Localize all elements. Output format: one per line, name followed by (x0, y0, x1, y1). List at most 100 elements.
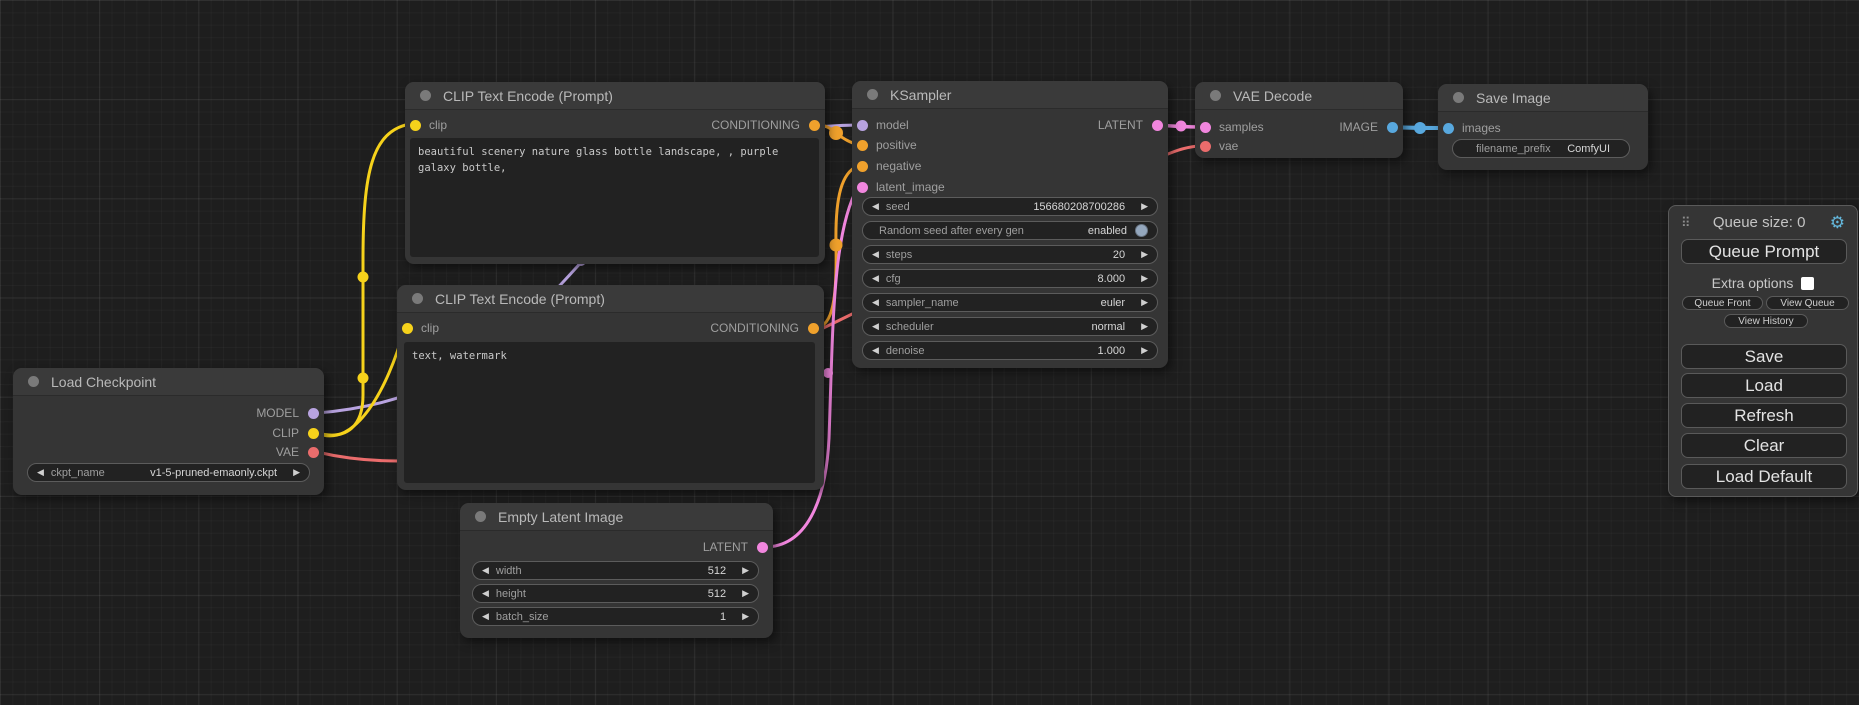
increment-arrow-icon[interactable]: ▶ (742, 589, 749, 598)
node-clip-text-encode-negative[interactable]: CLIP Text Encode (Prompt) clip CONDITION… (397, 285, 824, 490)
input-slot-images[interactable]: images (1443, 121, 1501, 135)
batch-size-widget[interactable]: ◀ batch_size 1 ▶ (472, 607, 759, 626)
clip-port-icon[interactable] (402, 323, 413, 334)
ckpt-name-widget[interactable]: ◀ ckpt_name v1-5-pruned-emaonly.ckpt ▶ (27, 463, 310, 482)
node-title-bar[interactable]: Save Image (1438, 84, 1648, 112)
clip-port-icon[interactable] (410, 120, 421, 131)
clip-port-icon[interactable] (308, 428, 319, 439)
decrement-arrow-icon[interactable]: ◀ (872, 298, 879, 307)
collapse-dot-icon[interactable] (1210, 90, 1221, 101)
collapse-dot-icon[interactable] (420, 90, 431, 101)
cfg-widget[interactable]: ◀ cfg 8.000 ▶ (862, 269, 1158, 288)
input-slot-clip[interactable]: clip (402, 321, 439, 335)
queue-front-button[interactable]: Queue Front (1682, 296, 1763, 310)
queue-prompt-button[interactable]: Queue Prompt (1681, 239, 1847, 264)
latent-port-icon[interactable] (857, 182, 868, 193)
decrement-arrow-icon[interactable]: ◀ (482, 589, 489, 598)
input-slot-samples[interactable]: samples (1200, 120, 1264, 134)
steps-widget[interactable]: ◀ steps 20 ▶ (862, 245, 1158, 264)
model-port-icon[interactable] (308, 408, 319, 419)
node-title-bar[interactable]: KSampler (852, 81, 1168, 109)
link-midpoint-dot[interactable] (1176, 121, 1187, 132)
output-slot-latent[interactable]: LATENT (1098, 118, 1163, 132)
link-midpoint-dot[interactable] (358, 373, 369, 384)
decrement-arrow-icon[interactable]: ◀ (37, 468, 44, 477)
increment-arrow-icon[interactable]: ▶ (1141, 346, 1148, 355)
vae-port-icon[interactable] (1200, 141, 1211, 152)
link-midpoint-dot[interactable] (830, 239, 843, 252)
drag-handle-icon[interactable]: ⠿ (1681, 215, 1689, 231)
input-slot-negative[interactable]: negative (857, 159, 921, 173)
node-empty-latent-image[interactable]: Empty Latent Image LATENT ◀ width 512 ▶ … (460, 503, 773, 638)
increment-arrow-icon[interactable]: ▶ (1141, 250, 1148, 259)
input-slot-clip[interactable]: clip (410, 118, 447, 132)
increment-arrow-icon[interactable]: ▶ (742, 566, 749, 575)
input-slot-vae[interactable]: vae (1200, 139, 1238, 153)
node-title-bar[interactable]: CLIP Text Encode (Prompt) (397, 285, 824, 313)
latent-port-icon[interactable] (757, 542, 768, 553)
node-vae-decode[interactable]: VAE Decode samples vae IMAGE (1195, 82, 1403, 158)
view-queue-button[interactable]: View Queue (1766, 296, 1849, 310)
increment-arrow-icon[interactable]: ▶ (1141, 298, 1148, 307)
node-ksampler[interactable]: KSampler model positive negative latent_… (852, 81, 1168, 368)
input-slot-model[interactable]: model (857, 118, 909, 132)
save-button[interactable]: Save (1681, 344, 1847, 369)
collapse-dot-icon[interactable] (867, 89, 878, 100)
increment-arrow-icon[interactable]: ▶ (1141, 274, 1148, 283)
output-slot-model[interactable]: MODEL (256, 406, 319, 420)
node-load-checkpoint[interactable]: Load Checkpoint MODEL CLIP VAE ◀ ckpt_na… (13, 368, 324, 495)
output-slot-conditioning[interactable]: CONDITIONING (710, 321, 819, 335)
load-default-button[interactable]: Load Default (1681, 464, 1847, 489)
decrement-arrow-icon[interactable]: ◀ (482, 566, 489, 575)
output-slot-vae[interactable]: VAE (276, 445, 319, 459)
link-midpoint-dot[interactable] (823, 368, 833, 378)
node-save-image[interactable]: Save Image images filename_prefix ComfyU… (1438, 84, 1648, 170)
collapse-dot-icon[interactable] (1453, 92, 1464, 103)
conditioning-port-icon[interactable] (857, 161, 868, 172)
settings-gear-icon[interactable]: ⚙ (1830, 214, 1845, 231)
output-slot-conditioning[interactable]: CONDITIONING (711, 118, 820, 132)
decrement-arrow-icon[interactable]: ◀ (482, 612, 489, 621)
extra-options-checkbox[interactable] (1801, 277, 1814, 290)
increment-arrow-icon[interactable]: ▶ (742, 612, 749, 621)
denoise-widget[interactable]: ◀ denoise 1.000 ▶ (862, 341, 1158, 360)
node-clip-text-encode-positive[interactable]: CLIP Text Encode (Prompt) clip CONDITION… (405, 82, 825, 264)
seed-widget[interactable]: ◀ seed 156680208700286 ▶ (862, 197, 1158, 216)
node-title-bar[interactable]: CLIP Text Encode (Prompt) (405, 82, 825, 110)
node-title-bar[interactable]: Empty Latent Image (460, 503, 773, 531)
increment-arrow-icon[interactable]: ▶ (1141, 322, 1148, 331)
node-title-bar[interactable]: Load Checkpoint (13, 368, 324, 396)
output-slot-clip[interactable]: CLIP (272, 426, 319, 440)
output-slot-latent[interactable]: LATENT (703, 540, 768, 554)
refresh-button[interactable]: Refresh (1681, 403, 1847, 428)
link-midpoint-dot[interactable] (1414, 122, 1426, 134)
collapse-dot-icon[interactable] (412, 293, 423, 304)
image-port-icon[interactable] (1387, 122, 1398, 133)
clear-button[interactable]: Clear (1681, 433, 1847, 458)
image-port-icon[interactable] (1443, 123, 1454, 134)
view-history-button[interactable]: View History (1724, 314, 1808, 328)
output-slot-image[interactable]: IMAGE (1339, 120, 1398, 134)
prompt-text-input[interactable]: beautiful scenery nature glass bottle la… (410, 138, 819, 257)
decrement-arrow-icon[interactable]: ◀ (872, 250, 879, 259)
increment-arrow-icon[interactable]: ▶ (293, 468, 300, 477)
conditioning-port-icon[interactable] (808, 323, 819, 334)
collapse-dot-icon[interactable] (28, 376, 39, 387)
prompt-text-input[interactable]: text, watermark (404, 342, 815, 483)
filename-prefix-widget[interactable]: filename_prefix ComfyUI (1452, 139, 1630, 158)
sampler-name-widget[interactable]: ◀ sampler_name euler ▶ (862, 293, 1158, 312)
scheduler-widget[interactable]: ◀ scheduler normal ▶ (862, 317, 1158, 336)
height-widget[interactable]: ◀ height 512 ▶ (472, 584, 759, 603)
toggle-enabled-icon[interactable] (1135, 224, 1148, 237)
random-seed-toggle-widget[interactable]: Random seed after every gen enabled (862, 221, 1158, 240)
decrement-arrow-icon[interactable]: ◀ (872, 322, 879, 331)
width-widget[interactable]: ◀ width 512 ▶ (472, 561, 759, 580)
latent-port-icon[interactable] (1152, 120, 1163, 131)
decrement-arrow-icon[interactable]: ◀ (872, 202, 879, 211)
conditioning-port-icon[interactable] (809, 120, 820, 131)
decrement-arrow-icon[interactable]: ◀ (872, 346, 879, 355)
vae-port-icon[interactable] (308, 447, 319, 458)
link-midpoint-dot[interactable] (829, 126, 843, 140)
latent-port-icon[interactable] (1200, 122, 1211, 133)
collapse-dot-icon[interactable] (475, 511, 486, 522)
